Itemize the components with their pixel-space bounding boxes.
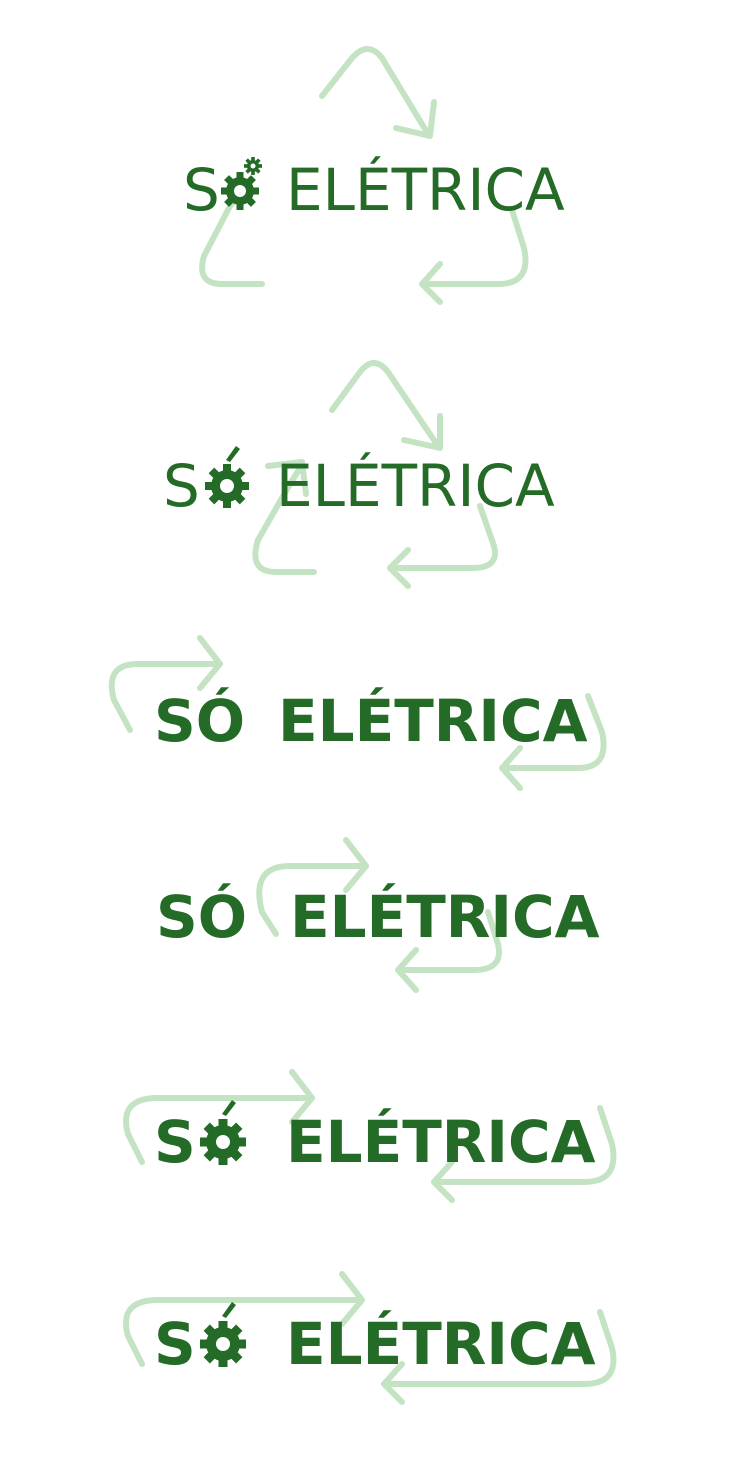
logo-word-eletrica: ELÉTRICA [286, 155, 565, 224]
logo-variant-6: S ELÉTRICA [0, 1240, 736, 1482]
logo-variant-4: SÓ ELÉTRICA [0, 820, 736, 1020]
logo-word-so: S [163, 452, 200, 520]
logo-word-so: S [183, 156, 220, 224]
logo-word-eletrica: ELÉTRICA [290, 882, 600, 951]
accent-mark-icon [222, 1302, 236, 1318]
logo-variant-2: S ELÉTRICA [0, 320, 736, 620]
logo-variant-2-graphic: S ELÉTRICA [163, 360, 555, 589]
logo-word-so: S [154, 1310, 196, 1378]
logo-variant-5-graphic: S ELÉTRICA [123, 1069, 617, 1203]
tiny-gear-icon [244, 157, 262, 175]
gear-icon [200, 1119, 246, 1165]
gear-icon [200, 1321, 246, 1367]
logo-word-so: SÓ [154, 686, 245, 755]
small-gear-icon [221, 172, 259, 210]
logo-variant-5: S ELÉTRICA [0, 1040, 736, 1240]
logo-word-eletrica: ELÉTRICA [276, 451, 555, 520]
logo-word-eletrica: ELÉTRICA [278, 686, 588, 755]
logo-variant-3-graphic: SÓ ELÉTRICA [108, 635, 607, 791]
logo-word-so: SÓ [156, 882, 247, 951]
logo-word-eletrica: ELÉTRICA [286, 1309, 596, 1378]
logo-word-eletrica: ELÉTRICA [286, 1107, 596, 1176]
logo-variant-4-graphic: SÓ ELÉTRICA [156, 837, 600, 993]
logo-variant-1: S ELÉTRICA [0, 0, 736, 320]
gear-icon [205, 464, 249, 508]
logo-variant-1-graphic: S ELÉTRICA [183, 46, 565, 305]
accent-mark-icon [226, 446, 240, 462]
logo-word-so: S [154, 1108, 196, 1176]
logo-variant-6-graphic: S ELÉTRICA [123, 1271, 617, 1405]
accent-mark-icon [222, 1100, 236, 1116]
logo-variant-3: SÓ ELÉTRICA [0, 620, 736, 820]
